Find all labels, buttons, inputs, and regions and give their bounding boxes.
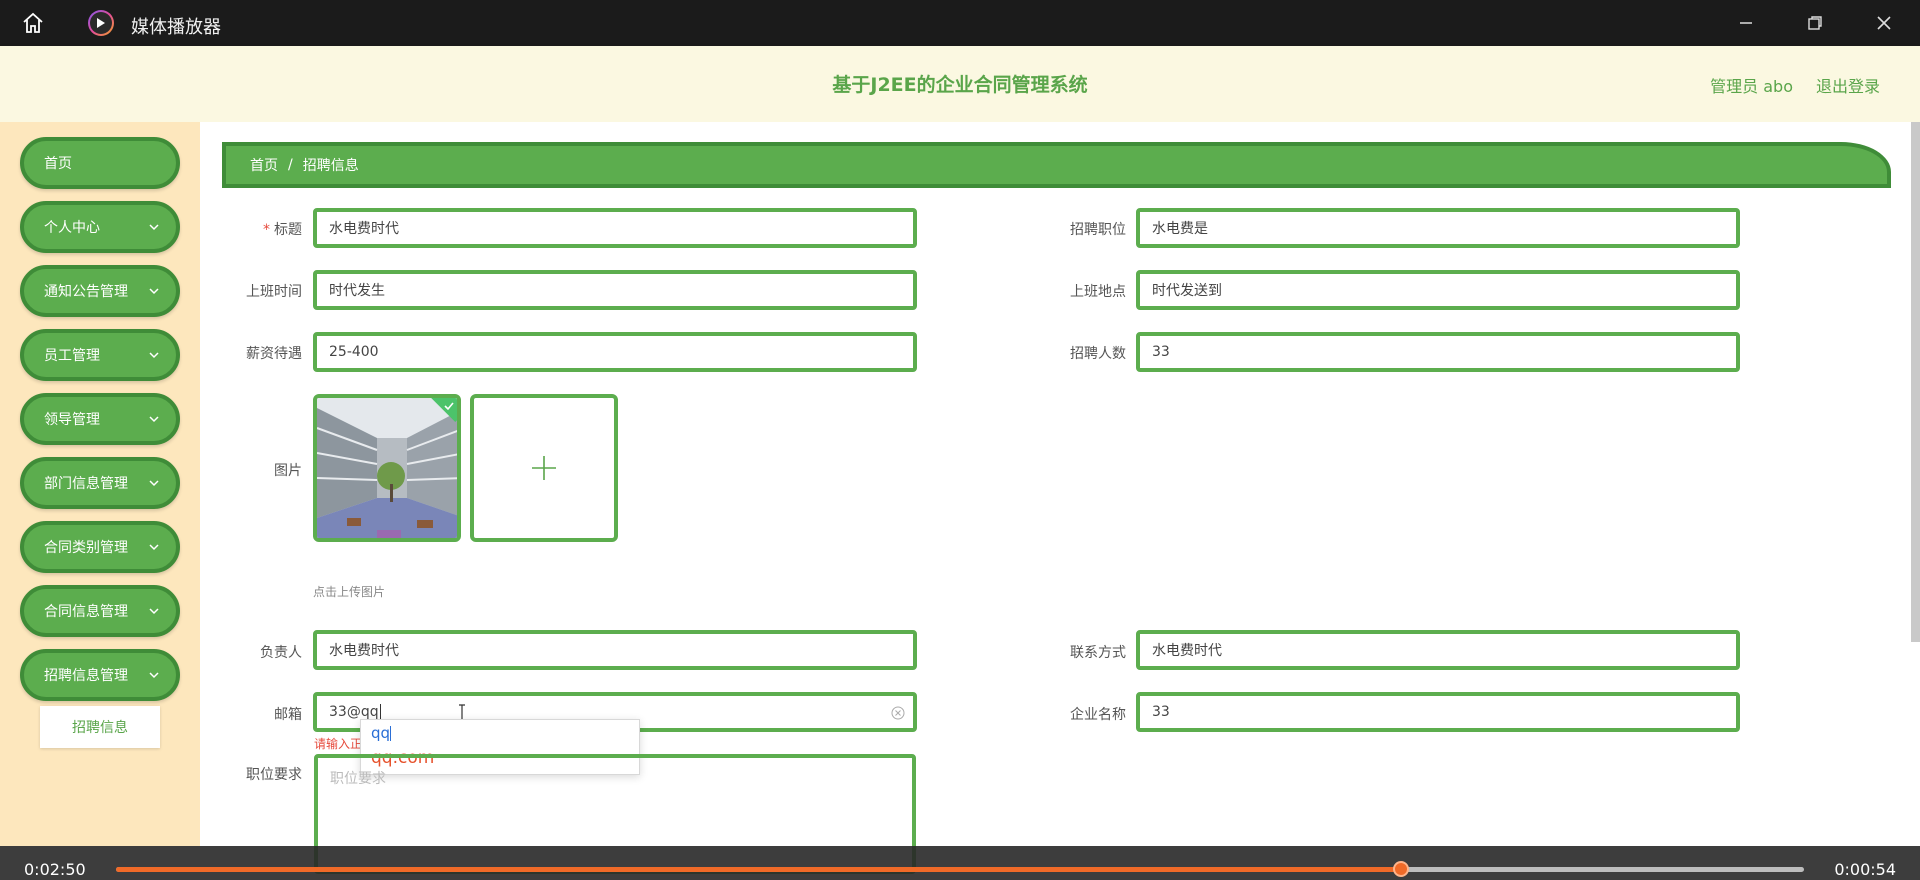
building-courtyard-image: [317, 398, 457, 538]
sidebar-item-department[interactable]: 部门信息管理: [20, 457, 180, 509]
sidebar-item-label: 合同信息管理: [44, 604, 128, 620]
chevron-down-icon: [149, 288, 159, 295]
progress-track[interactable]: [116, 861, 1804, 877]
location-label: 上班地点: [1070, 284, 1126, 300]
chevron-down-icon: [149, 416, 159, 423]
play-icon: [88, 10, 114, 36]
sidebar-item-notice[interactable]: 通知公告管理: [20, 265, 180, 317]
breadcrumb-home[interactable]: 首页: [250, 155, 278, 175]
logout-link[interactable]: 退出登录: [1816, 73, 1880, 97]
company-label: 企业名称: [1070, 707, 1126, 723]
autocomplete-typed: qq: [371, 724, 392, 742]
count-label: 招聘人数: [1070, 346, 1126, 362]
salary-label: 薪资待遇: [246, 346, 302, 362]
company-input[interactable]: 33: [1136, 692, 1740, 732]
sidebar-item-contract-info[interactable]: 合同信息管理: [20, 585, 180, 637]
requirement-label: 职位要求: [246, 767, 302, 783]
plus-icon: [532, 456, 556, 480]
window-titlebar: 媒体播放器: [0, 0, 1920, 46]
chevron-down-icon: [149, 672, 159, 679]
sidebar: 首页 个人中心 通知公告管理 员工管理 领导管理 部门信息管理 合同类别管理 合…: [0, 122, 200, 846]
sidebar-item-label: 员工管理: [44, 348, 100, 364]
owner-input[interactable]: 水电费时代: [313, 630, 917, 670]
chevron-down-icon: [149, 480, 159, 487]
sidebar-item-label: 个人中心: [44, 220, 100, 236]
sidebar-item-recruitment[interactable]: 招聘信息管理: [20, 649, 180, 701]
window-title: 媒体播放器: [131, 17, 221, 38]
remaining-time: 0:00:54: [1834, 860, 1896, 879]
progress-thumb[interactable]: [1392, 861, 1409, 877]
title-input[interactable]: 水电费时代: [313, 208, 917, 248]
text-cursor: [379, 704, 381, 720]
sidebar-item-label: 首页: [44, 156, 72, 172]
owner-label: 负责人: [260, 645, 302, 661]
location-input[interactable]: 时代发送到: [1136, 270, 1740, 310]
title-label: * 标题: [263, 222, 302, 238]
sidebar-subitem-recruitment-info[interactable]: 招聘信息: [40, 706, 160, 748]
chevron-down-icon: [149, 352, 159, 359]
position-input[interactable]: 水电费是: [1136, 208, 1740, 248]
upload-add-button[interactable]: [470, 394, 618, 542]
current-user: 管理员 abo: [1710, 77, 1793, 96]
chevron-down-icon: [149, 224, 159, 231]
contact-input[interactable]: 水电费时代: [1136, 630, 1740, 670]
count-input[interactable]: 33: [1136, 332, 1740, 372]
sidebar-item-label: 领导管理: [44, 412, 100, 428]
app-title: 基于J2EE的企业合同管理系统: [832, 74, 1088, 96]
email-label: 邮箱: [274, 707, 302, 723]
restore-icon[interactable]: [1803, 11, 1827, 35]
close-icon[interactable]: [1872, 11, 1896, 35]
chevron-down-icon: [149, 544, 159, 551]
required-mark: *: [263, 222, 270, 238]
elapsed-time: 0:02:50: [24, 860, 86, 879]
home-icon[interactable]: [20, 11, 46, 35]
sidebar-item-label: 合同类别管理: [44, 540, 128, 556]
breadcrumb-separator: /: [288, 157, 293, 173]
check-icon: [444, 402, 454, 411]
sidebar-item-label: 通知公告管理: [44, 284, 128, 300]
contact-label: 联系方式: [1070, 645, 1126, 661]
main-content: 首页 / 招聘信息 * 标题 水电费时代 招聘职位 水电费是 上班时间 时代发生 …: [200, 122, 1920, 874]
email-error-message: 请输入正: [314, 737, 363, 751]
worktime-input[interactable]: 时代发生: [313, 270, 917, 310]
sidebar-item-label: 招聘信息管理: [44, 668, 128, 684]
image-label: 图片: [274, 463, 302, 479]
upload-hint: 点击上传图片: [313, 585, 386, 599]
sidebar-item-label: 部门信息管理: [44, 476, 128, 492]
worktime-label: 上班时间: [246, 284, 302, 300]
sidebar-item-home[interactable]: 首页: [20, 137, 180, 189]
progress-fill: [116, 867, 1401, 872]
breadcrumb-current: 招聘信息: [302, 158, 359, 174]
email-value: 33@qq: [329, 704, 379, 720]
sidebar-item-employee[interactable]: 员工管理: [20, 329, 180, 381]
sidebar-item-profile[interactable]: 个人中心: [20, 201, 180, 253]
sidebar-item-leader[interactable]: 领导管理: [20, 393, 180, 445]
media-player-bar: 0:02:50 0:00:54: [0, 846, 1920, 880]
sidebar-item-contract-type[interactable]: 合同类别管理: [20, 521, 180, 573]
uploaded-image-thumbnail[interactable]: [313, 394, 461, 542]
position-label: 招聘职位: [1070, 222, 1126, 238]
clear-icon[interactable]: [891, 706, 905, 720]
chevron-down-icon: [149, 608, 159, 615]
minimize-icon[interactable]: [1734, 11, 1758, 35]
app-header: 基于J2EE的企业合同管理系统 管理员 abo 退出登录: [0, 46, 1920, 122]
salary-input[interactable]: 25-400: [313, 332, 917, 372]
breadcrumb: 首页 / 招聘信息: [222, 142, 1891, 188]
scrollbar[interactable]: [1911, 122, 1920, 642]
